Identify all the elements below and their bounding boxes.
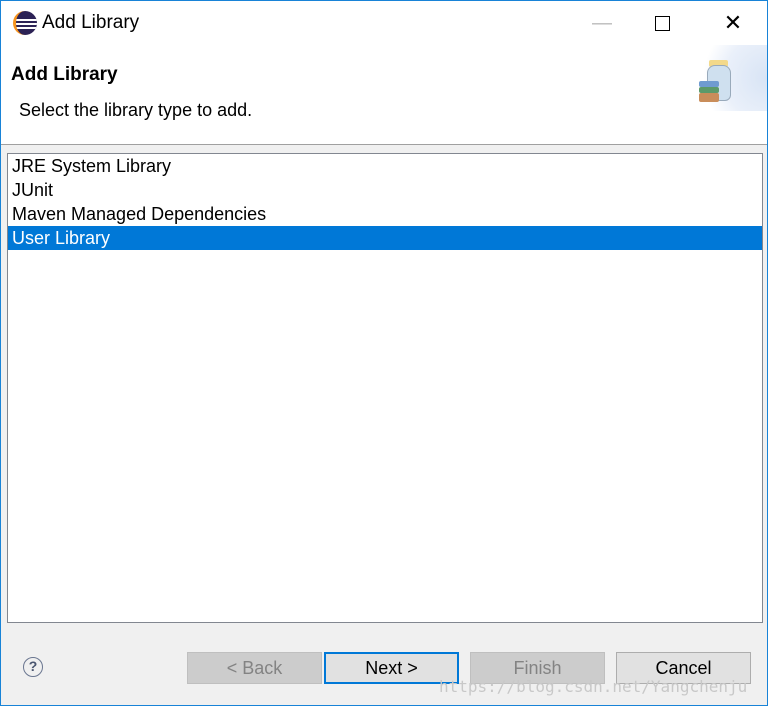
title-bar: Add Library — ✕ — [1, 1, 767, 45]
maximize-button[interactable] — [639, 1, 685, 45]
library-jar-icon — [689, 45, 767, 111]
window-title: Add Library — [42, 12, 140, 33]
minimize-button[interactable]: — — [579, 1, 625, 45]
help-icon[interactable]: ? — [23, 657, 43, 677]
list-item-junit[interactable]: JUnit — [8, 178, 762, 202]
page-title: Add Library — [11, 64, 118, 85]
watermark: https://blog.csdn.net/Yangchenju — [439, 677, 748, 696]
library-type-list[interactable]: JRE System Library JUnit Maven Managed D… — [7, 153, 763, 623]
close-button[interactable]: ✕ — [710, 1, 756, 45]
wizard-header: Add Library Select the library type to a… — [1, 45, 767, 145]
maximize-icon — [654, 15, 670, 31]
add-library-dialog: Add Library — ✕ Add Library Select the l… — [0, 0, 768, 706]
list-item-maven-managed-dependencies[interactable]: Maven Managed Dependencies — [8, 202, 762, 226]
back-button[interactable]: < Back — [187, 652, 322, 684]
list-item-user-library[interactable]: User Library — [8, 226, 762, 250]
eclipse-icon — [13, 11, 37, 35]
list-item-jre-system-library[interactable]: JRE System Library — [8, 154, 762, 178]
page-description: Select the library type to add. — [19, 100, 253, 120]
